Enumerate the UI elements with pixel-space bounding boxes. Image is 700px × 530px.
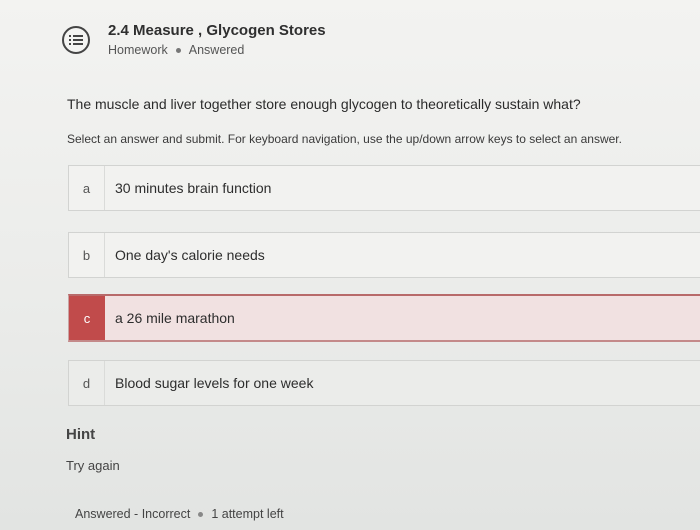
choice-text-c: a 26 mile marathon — [115, 310, 235, 326]
choice-letter-a: a — [69, 166, 105, 210]
answer-choice-d[interactable]: d Blood sugar levels for one week — [68, 360, 700, 406]
answer-result: Answered - Incorrect — [75, 507, 191, 521]
choice-text-b: One day's calorie needs — [115, 247, 265, 263]
assignment-page: 2.4 Measure , Glycogen Stores Homework A… — [0, 0, 700, 530]
answer-choice-a[interactable]: a 30 minutes brain function — [68, 165, 700, 211]
answer-choice-b[interactable]: b One day's calorie needs — [68, 232, 700, 278]
attempts-left: 1 attempt left — [211, 507, 284, 521]
separator-dot — [175, 47, 181, 53]
choice-text-d: Blood sugar levels for one week — [115, 375, 314, 391]
hint-heading: Hint — [66, 426, 96, 443]
assignment-title: 2.4 Measure , Glycogen Stores — [108, 22, 326, 39]
hint-text: Try again — [66, 458, 120, 473]
choice-letter-c: c — [69, 296, 105, 340]
assignment-header: 2.4 Measure , Glycogen Stores Homework A… — [62, 22, 326, 57]
answer-status: Answered - Incorrect 1 attempt left — [75, 507, 284, 521]
choice-text-a: 30 minutes brain function — [115, 180, 272, 196]
choice-letter-b: b — [69, 233, 105, 277]
choice-letter-d: d — [69, 361, 105, 405]
question-instructions: Select an answer and submit. For keyboar… — [67, 132, 622, 146]
separator-dot — [198, 511, 204, 517]
assignment-state: Answered — [188, 43, 245, 57]
assignment-type: Homework — [108, 43, 168, 57]
answer-choice-c-selected-incorrect[interactable]: c a 26 mile marathon — [68, 294, 700, 342]
question-text: The muscle and liver together store enou… — [67, 96, 581, 112]
list-icon — [62, 25, 90, 54]
assignment-meta: Homework Answered — [108, 43, 326, 57]
